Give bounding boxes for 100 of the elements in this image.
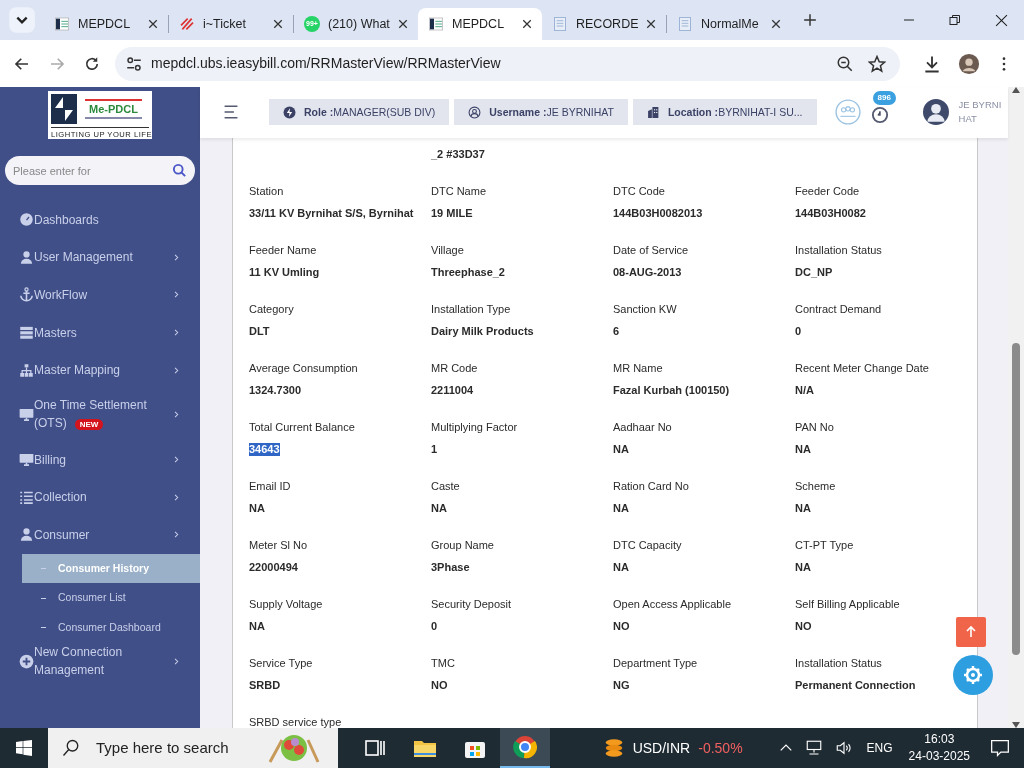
field-label: Installation Status bbox=[795, 656, 883, 670]
field-label: CT-PT Type bbox=[795, 538, 855, 552]
field-value: DC_NP bbox=[795, 265, 833, 279]
field-value: NA bbox=[613, 442, 629, 456]
search-icon bbox=[62, 739, 80, 757]
close-icon[interactable] bbox=[771, 19, 781, 29]
field-value: NO bbox=[431, 678, 448, 692]
sidebar-item[interactable]: One Time Settlement (OTS) NEW bbox=[0, 388, 200, 441]
scrollbar-thumb[interactable] bbox=[1012, 343, 1020, 655]
sidebar-item[interactable]: Billing bbox=[0, 440, 200, 479]
field-label: Group Name bbox=[431, 538, 495, 552]
field-value: 08-AUG-2013 bbox=[613, 265, 682, 279]
browser-tab[interactable]: NormalMe bbox=[667, 8, 791, 40]
clock-icon[interactable] bbox=[870, 106, 889, 125]
address-bar[interactable]: mepdcl.ubs.ieasybill.com/RRMasterView/RRMasterView bbox=[115, 46, 900, 81]
bookmark-star-icon[interactable] bbox=[868, 54, 886, 73]
field-value: NA bbox=[613, 560, 629, 574]
user-icon bbox=[19, 527, 34, 543]
field-label: Contract Demand bbox=[795, 302, 883, 316]
field-value: 1324.7300 bbox=[249, 383, 301, 397]
sitemap-icon bbox=[19, 362, 34, 378]
browser-tab[interactable]: RECORDE bbox=[542, 8, 666, 40]
site-info-icon[interactable] bbox=[125, 54, 143, 73]
sidebar-item[interactable]: Collection bbox=[0, 478, 200, 517]
clock[interactable]: 16:03 24-03-2025 bbox=[908, 731, 970, 765]
volume-icon[interactable] bbox=[834, 739, 853, 757]
submenu-item[interactable]: Consumer List bbox=[22, 583, 200, 613]
submenu-item[interactable]: Consumer Dashboard bbox=[22, 612, 200, 643]
browser-tab[interactable]: MEPDCL bbox=[44, 8, 168, 40]
monitor-icon bbox=[19, 452, 34, 468]
field-label: Caste bbox=[431, 479, 461, 493]
sidebar-item[interactable]: Consumer bbox=[0, 516, 200, 554]
sidebar-item[interactable]: Dashboards bbox=[0, 201, 200, 239]
info-chip: Location :BYRNIHAT-I SU... bbox=[632, 99, 817, 126]
search-icon[interactable] bbox=[172, 163, 187, 178]
tab-list-icon[interactable] bbox=[8, 6, 36, 34]
doc-icon bbox=[677, 16, 693, 32]
field-value: NA bbox=[249, 619, 265, 633]
close-icon[interactable] bbox=[148, 19, 158, 29]
field-value: 0 bbox=[431, 619, 438, 633]
restore-icon[interactable] bbox=[949, 14, 961, 26]
field-label: Category bbox=[249, 302, 295, 316]
field-value: Dairy Milk Products bbox=[431, 324, 534, 338]
close-icon[interactable] bbox=[522, 19, 532, 29]
field-value: 6 bbox=[613, 324, 620, 338]
field-label: PAN No bbox=[795, 420, 835, 434]
field-value: NA bbox=[431, 501, 447, 515]
windows-start-icon[interactable] bbox=[16, 740, 32, 756]
scrollbar[interactable] bbox=[1008, 87, 1024, 728]
field-value: NA bbox=[613, 501, 629, 515]
field-value: NA bbox=[795, 442, 811, 456]
close-icon[interactable] bbox=[273, 19, 283, 29]
search-field[interactable]: Please enter for bbox=[5, 156, 195, 185]
notifications-icon[interactable] bbox=[990, 738, 1010, 758]
language-indicator[interactable]: ENG bbox=[866, 739, 893, 757]
field-label: Date of Service bbox=[613, 243, 690, 257]
anchor-icon bbox=[19, 287, 34, 303]
taskbar-search[interactable]: Type here to search bbox=[48, 728, 338, 768]
field-label: Security Deposit bbox=[431, 597, 513, 611]
sidebar-item[interactable]: Master Mapping bbox=[0, 351, 200, 389]
field-value: NG bbox=[613, 678, 630, 692]
monitor-icon bbox=[19, 407, 34, 423]
browser-tab[interactable]: MEPDCL bbox=[418, 8, 542, 40]
field-value: NA bbox=[795, 501, 811, 515]
sidebar-item[interactable]: WorkFlow bbox=[0, 276, 200, 314]
avatar-icon[interactable] bbox=[922, 99, 949, 126]
taskbar-app[interactable] bbox=[500, 728, 550, 768]
field-value: 2211004 bbox=[431, 383, 474, 397]
building-icon bbox=[646, 105, 660, 119]
sidebar-item[interactable]: New Connection Management bbox=[0, 642, 200, 681]
new-tab-icon[interactable] bbox=[803, 13, 817, 27]
sidebar-item[interactable]: User Management bbox=[0, 238, 200, 277]
new-badge: NEW bbox=[74, 418, 104, 430]
field-value: 3Phase bbox=[431, 560, 470, 574]
settings-icon[interactable] bbox=[953, 654, 993, 695]
network-icon[interactable] bbox=[804, 739, 823, 757]
browser-tab[interactable]: i~Ticket bbox=[169, 8, 293, 40]
field-label: SRBD service type bbox=[249, 715, 343, 728]
bolt-icon bbox=[283, 105, 296, 119]
sidebar-item[interactable]: Masters bbox=[0, 313, 200, 352]
field-label: Feeder Code bbox=[795, 184, 861, 198]
menu-icon[interactable] bbox=[222, 105, 240, 120]
field-label: Installation Type bbox=[431, 302, 512, 316]
scroll-top-icon[interactable] bbox=[956, 616, 986, 647]
zoom-out-icon[interactable] bbox=[836, 54, 854, 73]
field-label: Installation Status bbox=[795, 243, 883, 257]
field-value: NA bbox=[795, 560, 811, 574]
ticker-label: USD/INR bbox=[632, 738, 691, 758]
field-value: N/A bbox=[795, 383, 814, 397]
field-label: TMC bbox=[431, 656, 456, 670]
profile-avatar-icon[interactable] bbox=[958, 52, 980, 75]
close-icon[interactable] bbox=[398, 19, 408, 29]
logo-icon bbox=[54, 16, 70, 32]
field-label: DTC Capacity bbox=[613, 538, 683, 552]
field-value: SRBD bbox=[249, 678, 281, 692]
close-icon[interactable] bbox=[995, 13, 1008, 27]
field-value: _2 #33D37 bbox=[431, 147, 485, 161]
user-icon bbox=[19, 249, 34, 265]
close-icon[interactable] bbox=[646, 19, 656, 29]
field-label: Ration Card No bbox=[613, 479, 690, 493]
